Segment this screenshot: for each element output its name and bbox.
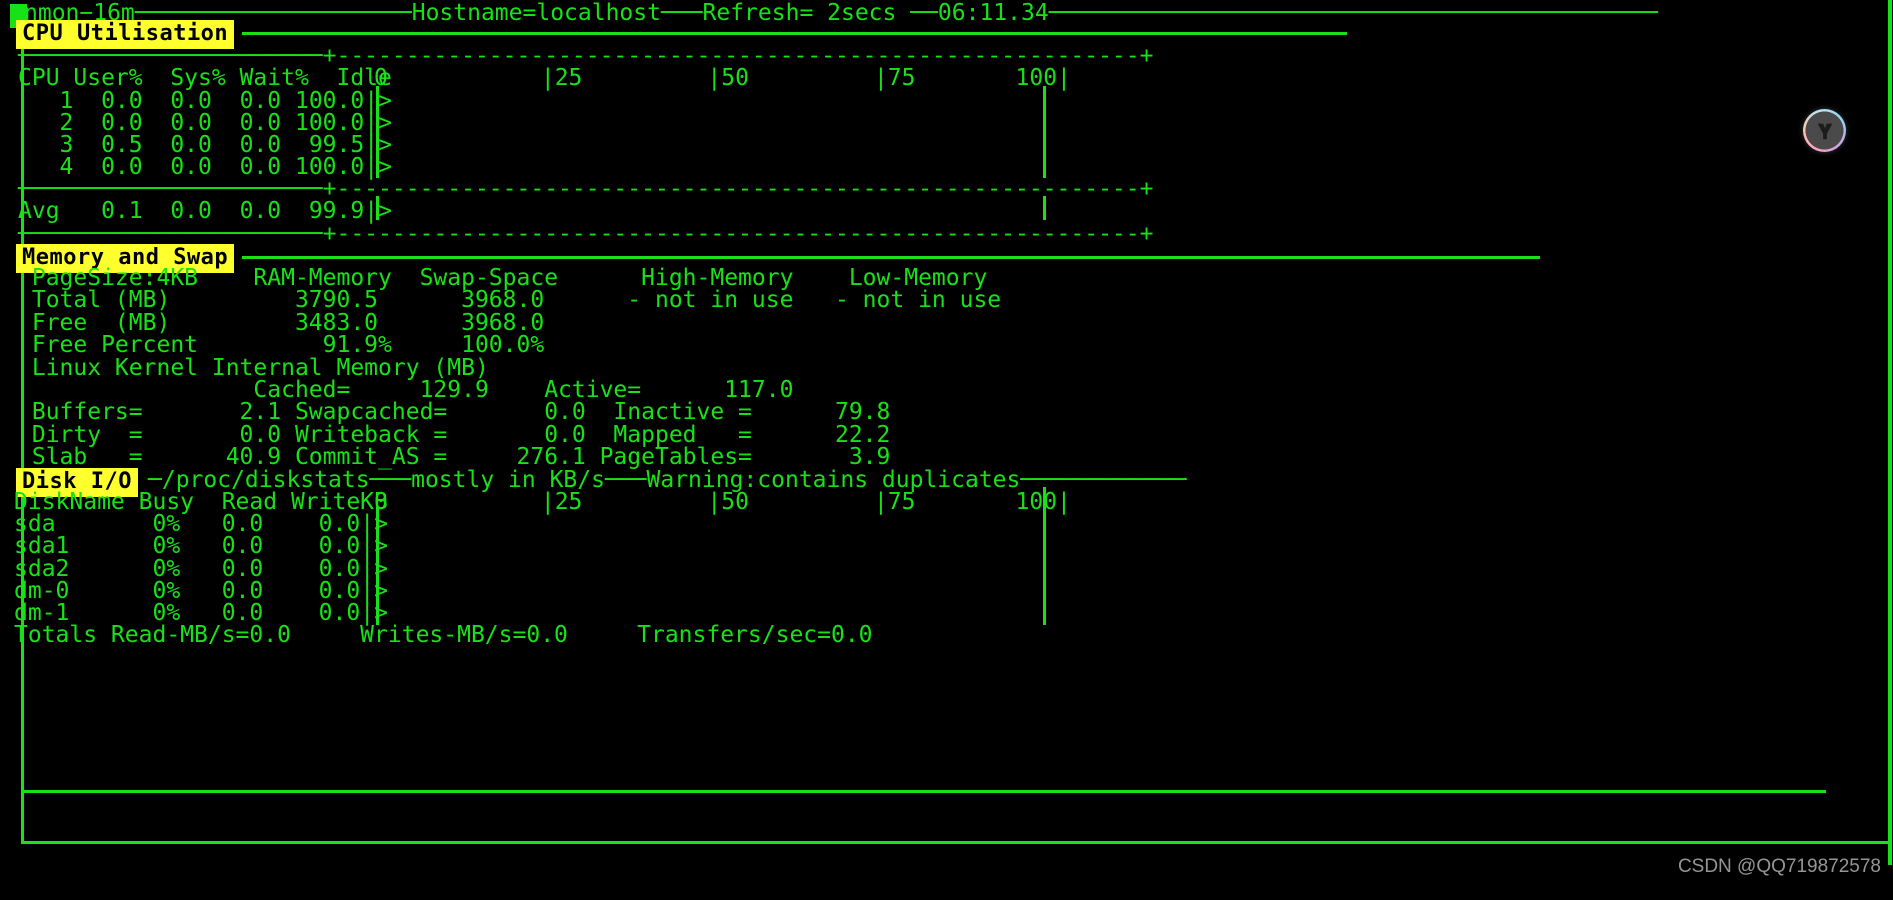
frame-bottom-border <box>21 841 1891 844</box>
memory-row-total: Total (MB) 3790.5 3968.0 - not in use - … <box>18 287 1002 313</box>
tri-segment-logo-icon <box>1808 114 1841 147</box>
disk-scale-75: |75 <box>873 489 916 515</box>
frame-right-border <box>1888 0 1892 865</box>
disk-totals-row: Totals Read-MB/s=0.0 Writes-MB/s=0.0 Tra… <box>14 622 873 648</box>
cpu-divider-bottom: ──────────────────────+-----------------… <box>18 221 1154 247</box>
disk-graph-left-axis <box>376 509 379 625</box>
watermark-text: CSDN @QQ719872578 <box>1677 856 1881 877</box>
disk-scale-50: |50 <box>707 489 749 515</box>
memory-kernel-row-buffers: Buffers= 2.1 Swapcached= 0.0 Inactive = … <box>18 399 891 425</box>
cpu-avg-right-axis <box>1043 196 1046 220</box>
memory-kernel-row-slab: Slab = 40.9 Commit_AS = 276.1 PageTables… <box>18 444 891 470</box>
disk-scale-25: |25 <box>540 489 583 515</box>
frame-mid-rule <box>21 790 1826 793</box>
disk-scale-axis: 0|25|50|75100| <box>374 491 1071 514</box>
nmon-terminal: nmon−16m────────────────────Hostname=loc… <box>0 0 1893 900</box>
cpu-scale-75: |75 <box>873 65 916 91</box>
cpu-graph-right-axis <box>1043 86 1046 178</box>
cpu-scale-50: |50 <box>707 65 749 91</box>
floating-action-button[interactable] <box>1803 109 1846 152</box>
section-rule-cpu <box>242 32 1347 35</box>
section-rule-memory <box>242 256 1540 259</box>
disk-graph-right-axis <box>1043 487 1046 625</box>
cpu-scale-25: |25 <box>540 65 583 91</box>
memory-row-free-percent: Free Percent 91.9% 100.0% <box>18 332 545 358</box>
disk-table-row: sda1 0% 0.0 0.0|> <box>14 535 388 558</box>
cpu-avg-row: Avg 0.1 0.0 0.0 99.9|> <box>18 200 392 223</box>
cpu-avg-left-axis <box>376 196 379 220</box>
cpu-scale-axis: 0 |25 |50 |75 100| <box>374 67 1071 90</box>
nmon-header-line: nmon−16m────────────────────Hostname=loc… <box>24 0 1658 26</box>
cpu-column-headers: CPU User% Sys% Wait% Idle <box>18 67 392 90</box>
cpu-graph-left-axis <box>376 86 379 178</box>
